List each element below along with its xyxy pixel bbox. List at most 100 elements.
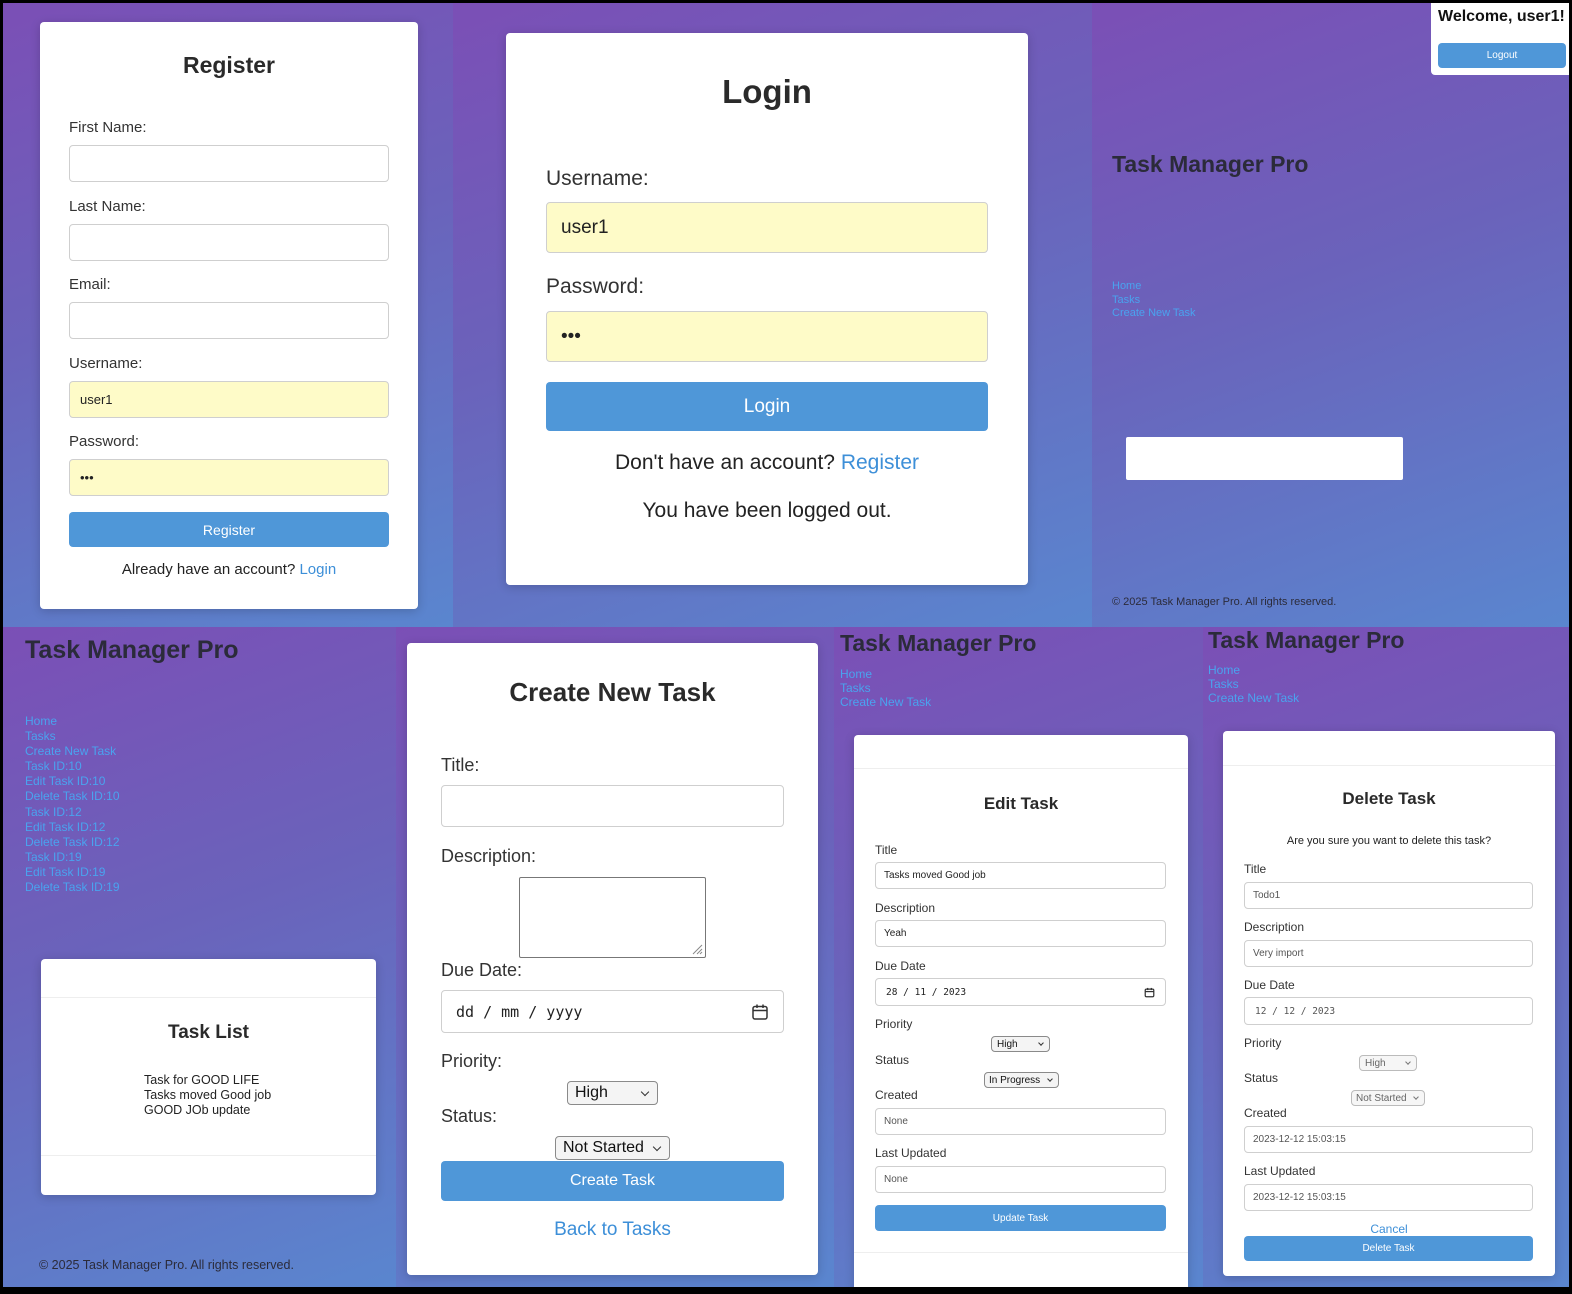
login-password-field[interactable]: •••: [546, 311, 988, 362]
password-value: •••: [80, 470, 94, 485]
create-task-title: Create New Task: [509, 677, 716, 707]
login-card: Login Username: user1 Password: ••• Logi…: [506, 33, 1028, 585]
home-nav: Home Tasks Create New Task: [1112, 280, 1196, 321]
nav-task-19[interactable]: Task ID:19: [25, 850, 120, 865]
username-field[interactable]: user1: [69, 381, 389, 418]
nav-edit-task-19[interactable]: Edit Task ID:19: [25, 865, 120, 880]
tasks-footer: © 2025 Task Manager Pro. All rights rese…: [39, 1258, 294, 1272]
nav-delete-task-19[interactable]: Delete Task ID:19: [25, 880, 120, 895]
task-title-field[interactable]: [441, 785, 784, 827]
username-value: user1: [80, 392, 113, 407]
task-item[interactable]: Tasks moved Good job: [144, 1088, 271, 1103]
create-task-button[interactable]: Create Task: [441, 1161, 784, 1201]
update-task-button[interactable]: Update Task: [875, 1205, 1166, 1231]
edit-description-label: Description: [875, 901, 936, 915]
status-label: Status:: [441, 1106, 498, 1126]
delete-description-field: Very import: [1244, 940, 1533, 967]
card-divider-top: [41, 997, 376, 998]
delete-priority-select: High: [1359, 1055, 1417, 1071]
description-label: Description:: [441, 846, 537, 866]
edit-description-field[interactable]: Yeah: [875, 920, 1166, 947]
nav-create-new-task[interactable]: Create New Task: [1112, 307, 1196, 321]
status-select[interactable]: Not Started: [555, 1136, 670, 1160]
delete-task-heading: Delete Task: [1342, 789, 1436, 808]
register-button[interactable]: Register: [69, 512, 389, 547]
nav-create-new-task[interactable]: Create New Task: [840, 695, 931, 709]
delete-task-button[interactable]: Delete Task: [1244, 1236, 1533, 1261]
login-title: Login: [722, 73, 812, 110]
login-link[interactable]: Login: [299, 561, 336, 578]
cancel-link[interactable]: Cancel: [1223, 1222, 1555, 1236]
priority-label: Priority:: [441, 1051, 503, 1071]
brand-title: Task Manager Pro: [1112, 151, 1309, 177]
edit-updated-field[interactable]: None: [875, 1166, 1166, 1193]
task-item[interactable]: Task for GOOD LIFE: [144, 1073, 271, 1088]
delete-priority-value: High: [1365, 1057, 1386, 1069]
tasks-brand-title: Task Manager Pro: [25, 636, 239, 664]
description-textarea[interactable]: [519, 877, 706, 958]
create-task-panel: Create New Task Title: Description: Due …: [396, 627, 834, 1287]
register-link[interactable]: Register: [841, 451, 919, 474]
nav-home[interactable]: Home: [840, 667, 931, 681]
login-password-label: Password:: [546, 275, 645, 298]
task-item[interactable]: GOOD JOb update: [144, 1103, 271, 1118]
delete-updated-value: 2023-12-12 15:03:15: [1253, 1192, 1346, 1203]
register-panel: Register First Name: Last Name: Email: U…: [3, 3, 453, 627]
login-username-field[interactable]: user1: [546, 202, 988, 253]
chevron-down-icon: [640, 1087, 650, 1096]
last-name-field[interactable]: [69, 224, 389, 261]
login-prompt-text: Already have an account?: [121, 561, 296, 578]
edit-created-field[interactable]: None: [875, 1108, 1166, 1135]
delete-status-value: Not Started: [1356, 1092, 1407, 1104]
edit-priority-select[interactable]: High: [991, 1036, 1050, 1052]
edit-status-select[interactable]: In Progress: [984, 1072, 1059, 1088]
nav-home[interactable]: Home: [25, 714, 120, 729]
edit-task-card: Edit Task Title Tasks moved Good job Des…: [854, 735, 1188, 1287]
nav-home[interactable]: Home: [1112, 280, 1196, 294]
edit-due-date-label: Due Date: [875, 959, 926, 973]
nav-create-new-task[interactable]: Create New Task: [25, 744, 120, 759]
nav-tasks[interactable]: Tasks: [1208, 677, 1299, 691]
delete-status-label: Status: [1244, 1071, 1279, 1085]
task-list-card: Task List Task for GOOD LIFE Tasks moved…: [41, 959, 376, 1195]
nav-task-10[interactable]: Task ID:10: [25, 759, 120, 774]
login-button[interactable]: Login: [546, 382, 988, 431]
edit-nav: Home Tasks Create New Task: [840, 667, 931, 709]
delete-title-label: Title: [1244, 862, 1267, 876]
delete-description-value: Very import: [1253, 948, 1304, 959]
nav-edit-task-12[interactable]: Edit Task ID:12: [25, 820, 120, 835]
edit-title-field[interactable]: Tasks moved Good job: [875, 862, 1166, 889]
status-value: Not Started: [563, 1139, 644, 1156]
calendar-icon[interactable]: [751, 1003, 769, 1021]
due-date-field[interactable]: dd / mm / yyyy: [441, 990, 784, 1033]
nav-task-12[interactable]: Task ID:12: [25, 805, 120, 820]
chevron-down-icon: [1405, 1059, 1411, 1065]
delete-description-label: Description: [1244, 920, 1305, 934]
back-to-tasks-link[interactable]: Back to Tasks: [407, 1219, 818, 1241]
home-footer: © 2025 Task Manager Pro. All rights rese…: [1112, 596, 1337, 608]
delete-status-select: Not Started: [1351, 1090, 1425, 1106]
nav-tasks[interactable]: Tasks: [840, 681, 931, 695]
nav-tasks[interactable]: Tasks: [1112, 294, 1196, 308]
register-card: Register First Name: Last Name: Email: U…: [40, 22, 418, 609]
password-field[interactable]: •••: [69, 459, 389, 496]
edit-description-value: Yeah: [884, 928, 907, 939]
nav-tasks[interactable]: Tasks: [25, 729, 120, 744]
edit-updated-label: Last Updated: [875, 1146, 947, 1160]
nav-home[interactable]: Home: [1208, 663, 1299, 677]
priority-select[interactable]: High: [567, 1081, 658, 1105]
nav-delete-task-12[interactable]: Delete Task ID:12: [25, 835, 120, 850]
home-panel: Welcome, user1! Logout Task Manager Pro …: [1092, 3, 1569, 627]
first-name-field[interactable]: [69, 145, 389, 182]
nav-delete-task-10[interactable]: Delete Task ID:10: [25, 789, 120, 804]
resize-handle-icon[interactable]: [691, 943, 703, 955]
calendar-icon[interactable]: [1144, 987, 1155, 998]
logout-button[interactable]: Logout: [1438, 43, 1566, 68]
nav-edit-task-10[interactable]: Edit Task ID:10: [25, 774, 120, 789]
email-field[interactable]: [69, 302, 389, 339]
nav-create-new-task[interactable]: Create New Task: [1208, 691, 1299, 705]
edit-created-label: Created: [875, 1088, 918, 1102]
welcome-text: Welcome, user1!: [1438, 8, 1565, 25]
edit-due-date-field[interactable]: 28 / 11 / 2023: [875, 978, 1166, 1006]
login-password-value: •••: [561, 325, 581, 347]
